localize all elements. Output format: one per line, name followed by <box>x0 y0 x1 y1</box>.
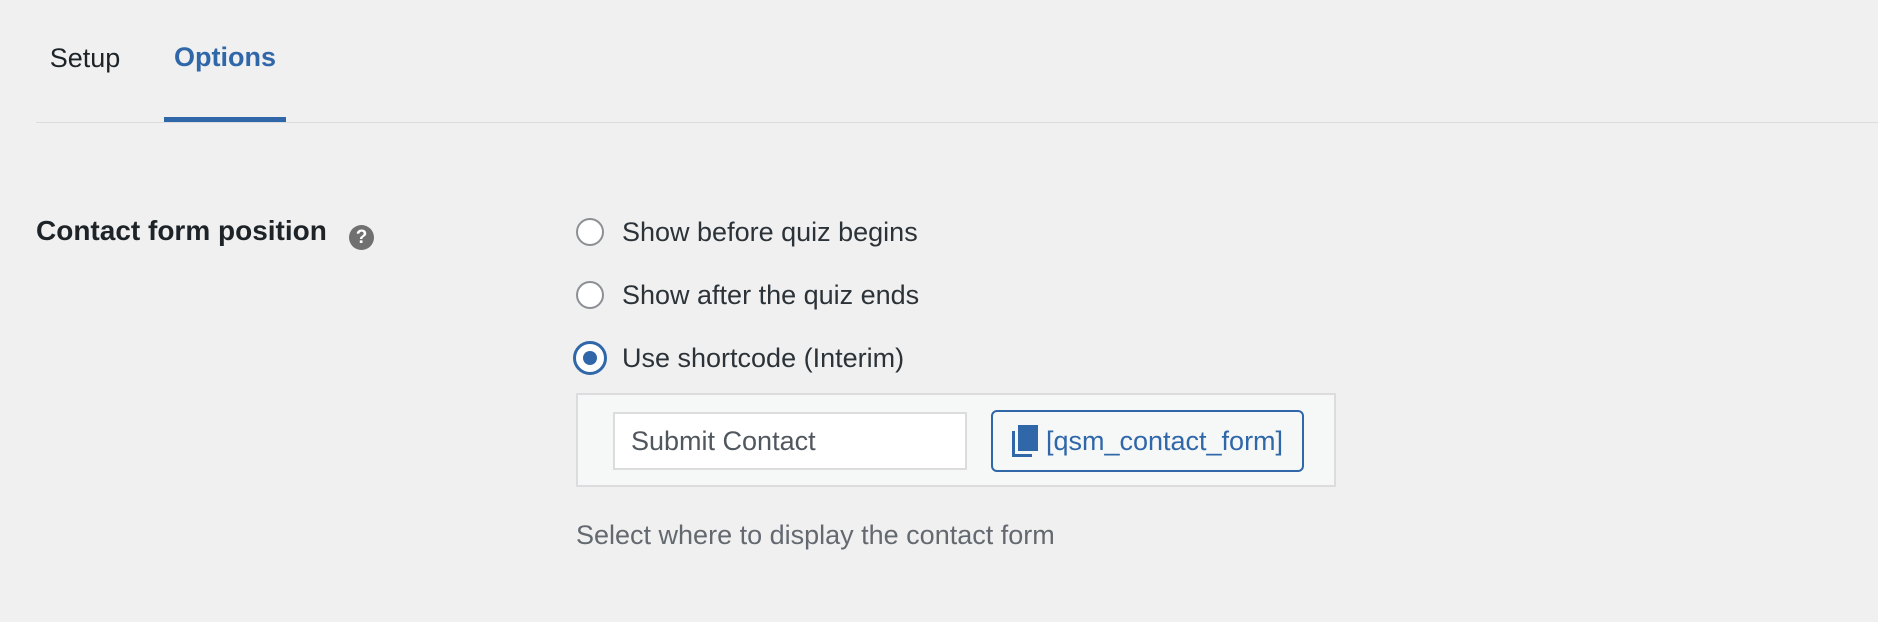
radio-option-after-quiz[interactable]: Show after the quiz ends <box>576 277 919 313</box>
copy-shortcode-button[interactable]: [qsm_contact_form] <box>991 410 1304 472</box>
copy-shortcode-label: [qsm_contact_form] <box>1045 425 1284 456</box>
radio-label-shortcode: Use shortcode (Interim) <box>622 342 905 373</box>
radio-button-shortcode[interactable] <box>573 341 607 375</box>
radio-button-after-quiz[interactable] <box>576 281 604 309</box>
tab-options[interactable]: Options <box>164 0 286 122</box>
copy-icon <box>1011 425 1038 457</box>
shortcode-panel: [qsm_contact_form] <box>576 393 1336 487</box>
question-mark-icon[interactable]: ? <box>349 225 374 250</box>
radio-button-before-quiz[interactable] <box>576 218 604 246</box>
submit-contact-input[interactable] <box>613 412 967 470</box>
tab-bar: Setup Options <box>36 0 1878 123</box>
tab-setup-label: Setup <box>49 42 121 73</box>
tab-options-label: Options <box>174 41 276 72</box>
radio-label-after-quiz: Show after the quiz ends <box>622 279 920 310</box>
radio-option-before-quiz[interactable]: Show before quiz begins <box>576 214 918 250</box>
tab-setup[interactable]: Setup <box>44 0 126 122</box>
field-description: Select where to display the contact form <box>576 520 1055 550</box>
radio-label-before-quiz: Show before quiz begins <box>622 216 918 247</box>
radio-option-shortcode[interactable]: Use shortcode (Interim) <box>573 340 905 376</box>
contact-form-position-label: Contact form position <box>36 215 327 246</box>
